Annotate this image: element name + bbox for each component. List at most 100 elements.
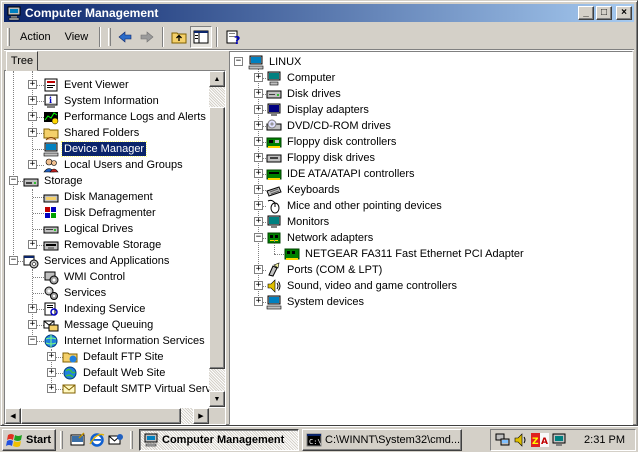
device-tree-item[interactable]: Sound, video and game controllers	[266, 278, 459, 294]
device-tree-item[interactable]: Disk drives	[266, 86, 343, 102]
device-tree-item[interactable]: Monitors	[266, 214, 331, 230]
tree-item[interactable]: Default SMTP Virtual Server	[62, 381, 209, 397]
device-tree-item[interactable]: Floppy disk drives	[266, 150, 377, 166]
tree-expander[interactable]: +	[254, 121, 263, 130]
up-one-level-button[interactable]	[168, 26, 190, 48]
taskbar-grip[interactable]	[130, 430, 133, 449]
tree-expander[interactable]: +	[254, 201, 263, 210]
tree-expander[interactable]: +	[254, 169, 263, 178]
device-tree-item[interactable]: Network adapters	[266, 230, 375, 246]
show-hide-tree-button[interactable]	[190, 25, 213, 48]
tree-item[interactable]: Removable Storage	[43, 237, 163, 253]
back-button[interactable]	[114, 26, 136, 48]
device-tree-item[interactable]: Keyboards	[266, 182, 342, 198]
scroll-right-button[interactable]: ▶	[193, 408, 209, 424]
network-tray-icon[interactable]	[495, 432, 511, 448]
tree-item[interactable]: i System Information	[43, 93, 161, 109]
tree-expander[interactable]: −	[28, 336, 37, 345]
tree-expander[interactable]: −	[9, 256, 18, 265]
tree-expander[interactable]: +	[28, 240, 37, 249]
clock[interactable]: 2:31 PM	[584, 434, 625, 446]
menu-view[interactable]: View	[58, 29, 96, 45]
tree-item[interactable]: Storage	[23, 173, 85, 189]
close-button[interactable]: ×	[616, 6, 632, 20]
tree-expander[interactable]: +	[28, 320, 37, 329]
device-tree-item[interactable]: Mice and other pointing devices	[266, 198, 444, 214]
tree-expander[interactable]: +	[254, 217, 263, 226]
device-tree-item[interactable]: Floppy disk controllers	[266, 134, 398, 150]
tree-expander[interactable]: +	[254, 73, 263, 82]
tree-item[interactable]: Default FTP Site	[62, 349, 166, 365]
tree-item[interactable]: Indexing Service	[43, 301, 147, 317]
outlook-express-icon[interactable]	[108, 432, 124, 448]
maximize-button[interactable]: □	[596, 6, 612, 20]
device-tree-item[interactable]: Computer	[266, 70, 337, 86]
tree-expander[interactable]: +	[254, 89, 263, 98]
tree-expander[interactable]: +	[28, 160, 37, 169]
scroll-thumb-horizontal[interactable]	[21, 408, 181, 424]
show-desktop-icon[interactable]	[70, 431, 86, 448]
help-button[interactable]: ?	[222, 26, 244, 48]
tree-expander[interactable]: +	[254, 137, 263, 146]
tree-expander[interactable]: −	[254, 233, 263, 242]
device-tree-item[interactable]: Ports (COM & LPT)	[266, 262, 384, 278]
tree-item[interactable]: Services	[43, 285, 108, 301]
tree-root[interactable]: LINUX	[248, 54, 303, 70]
tree-item[interactable]: Services and Applications	[23, 253, 171, 269]
device-tree-item[interactable]: DVD/CD-ROM drives	[266, 118, 393, 134]
tree-expander[interactable]: +	[254, 185, 263, 194]
device-tree-item[interactable]: Display adapters	[266, 102, 371, 118]
tree-item[interactable]: Default Web Site	[62, 365, 167, 381]
device-tree-item[interactable]: IDE ATA/ATAPI controllers	[266, 166, 417, 182]
tree-expander-root[interactable]: −	[234, 57, 243, 66]
toolbar-grip[interactable]	[108, 27, 112, 46]
minimize-button[interactable]: _	[578, 6, 594, 20]
tree-expander[interactable]: +	[47, 384, 56, 393]
tree-expander[interactable]: +	[47, 352, 56, 361]
horizontal-scrollbar[interactable]: ◀ ▶	[5, 408, 209, 424]
tree-item[interactable]: Logical Drives	[43, 221, 135, 237]
tree-expander[interactable]: +	[254, 105, 263, 114]
tree-expander[interactable]: +	[47, 368, 56, 377]
menu-action[interactable]: Action	[13, 29, 58, 45]
scroll-left-button[interactable]: ◀	[5, 408, 21, 424]
start-button[interactable]: Start	[2, 428, 56, 451]
tree-expander[interactable]: +	[28, 128, 37, 137]
volume-icon[interactable]	[513, 432, 529, 448]
toolbar-grip[interactable]	[7, 27, 10, 46]
forward-button[interactable]	[136, 26, 158, 48]
tree-item[interactable]: Internet Information Services	[43, 333, 207, 349]
tree-expander[interactable]: +	[28, 96, 37, 105]
tree-item[interactable]: Disk Defragmenter	[43, 205, 158, 221]
tree-item[interactable]: Disk Management	[43, 189, 155, 205]
tree-item[interactable]: Shared Folders	[43, 125, 141, 141]
scroll-down-button[interactable]: ▼	[209, 391, 225, 407]
tree-expander[interactable]: +	[28, 304, 37, 313]
internet-explorer-icon[interactable]	[89, 432, 105, 448]
tree-expander[interactable]: +	[254, 281, 263, 290]
tree-item[interactable]: Performance Logs and Alerts	[43, 109, 208, 125]
task-computer-management[interactable]: Computer Management	[139, 428, 299, 451]
tab-tree[interactable]: Tree	[6, 51, 38, 71]
scroll-up-button[interactable]: ▲	[209, 71, 225, 87]
device-tree-item[interactable]: System devices	[266, 294, 366, 310]
tree-expander[interactable]: +	[254, 153, 263, 162]
tree-expander[interactable]: +	[28, 112, 37, 121]
tree-expander[interactable]: +	[254, 297, 263, 306]
tree-expander[interactable]: +	[254, 265, 263, 274]
display-tray-icon[interactable]	[551, 432, 567, 448]
tree-item[interactable]: Local Users and Groups	[43, 157, 185, 173]
vertical-scrollbar[interactable]: ▲ ▼	[209, 71, 225, 407]
device-tree-item[interactable]: NETGEAR FA311 Fast Ethernet PCI Adapter	[284, 246, 526, 262]
tree-item[interactable]: Message Queuing	[43, 317, 155, 333]
tree-expander[interactable]: −	[9, 176, 18, 185]
tree-item[interactable]: WMI Control	[43, 269, 127, 285]
title-bar[interactable]: Computer Management _ □ ×	[4, 4, 634, 22]
input-language-icon[interactable]: ZA	[531, 432, 549, 448]
taskbar-grip[interactable]	[60, 430, 63, 449]
task-cmd[interactable]: C:\ C:\WINNT\System32\cmd...	[302, 428, 462, 451]
tree-item[interactable]: Device Manager	[43, 141, 148, 157]
tree-expander[interactable]: +	[28, 80, 37, 89]
tree-item[interactable]: Event Viewer	[43, 77, 131, 93]
scroll-thumb-vertical[interactable]	[209, 107, 225, 369]
